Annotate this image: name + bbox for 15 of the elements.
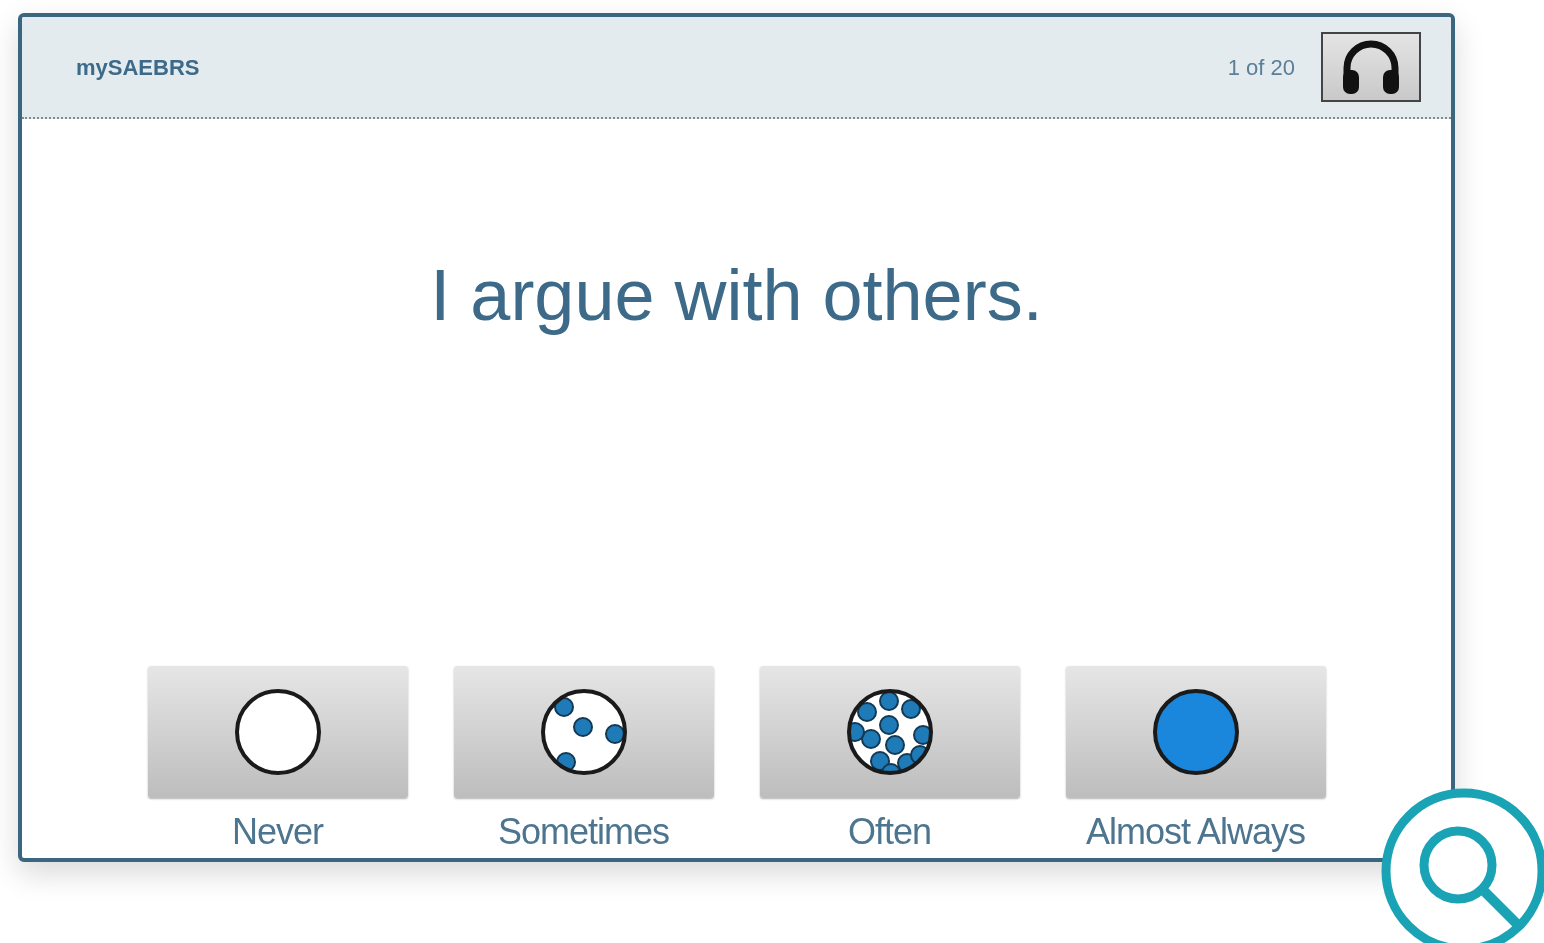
- progress-counter: 1 of 20: [1227, 53, 1295, 82]
- answer-button[interactable]: [147, 666, 408, 798]
- answer-label: Sometimes: [497, 814, 670, 850]
- app-title: mySAEBRS: [76, 53, 200, 82]
- answer-label: Never: [232, 814, 323, 850]
- audio-button[interactable]: [1321, 32, 1421, 102]
- answer-button[interactable]: [759, 666, 1020, 798]
- answer-button[interactable]: [1065, 666, 1326, 798]
- frequency-circle-icon: [232, 687, 323, 777]
- answer-label: Often: [847, 814, 932, 850]
- answer-label: Almost Always: [1085, 814, 1306, 850]
- frequency-circle-icon: [844, 687, 935, 777]
- answer-button[interactable]: [453, 666, 714, 798]
- frequency-circle-icon: [1150, 687, 1241, 777]
- frequency-circle-icon: [538, 687, 629, 777]
